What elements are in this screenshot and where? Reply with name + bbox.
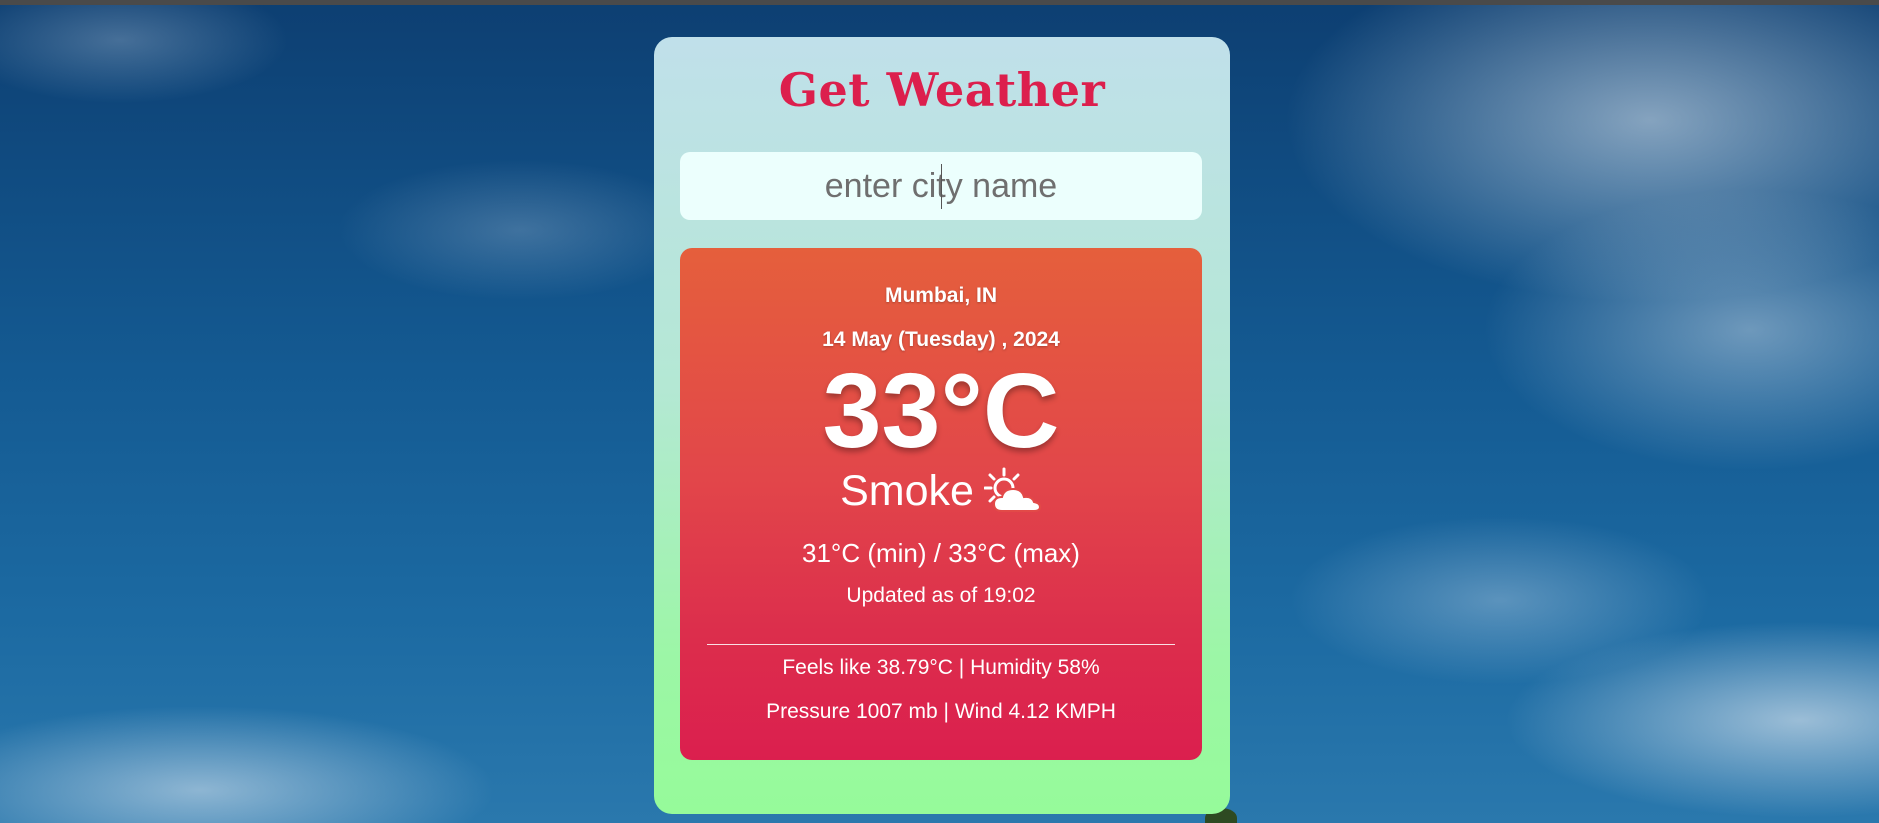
condition-label: Smoke [840,466,974,515]
min-max-temperature: 31°C (min) / 33°C (max) [802,538,1080,568]
weather-result-panel: Mumbai, IN 14 May (Tuesday) , 2024 33°C … [680,248,1202,760]
feels-like-humidity: Feels like 38.79°C | Humidity 58% [782,656,1100,679]
sky-background: Get Weather Mumbai, IN 14 May (Tuesday) … [0,0,1879,823]
pressure-wind: Pressure 1007 mb | Wind 4.12 KMPH [766,700,1116,723]
browser-top-edge [0,0,1879,5]
temperature-value: 33°C [822,352,1060,470]
sun-behind-cloud-icon [983,467,1041,512]
weather-app-card: Get Weather Mumbai, IN 14 May (Tuesday) … [654,37,1230,814]
condition-row: Smoke [680,463,1202,519]
date-label: 14 May (Tuesday) , 2024 [822,328,1060,351]
app-title: Get Weather [778,63,1106,117]
text-cursor [941,164,942,209]
updated-time: Updated as of 19:02 [846,584,1036,607]
divider [707,644,1175,645]
location-label: Mumbai, IN [884,284,997,307]
